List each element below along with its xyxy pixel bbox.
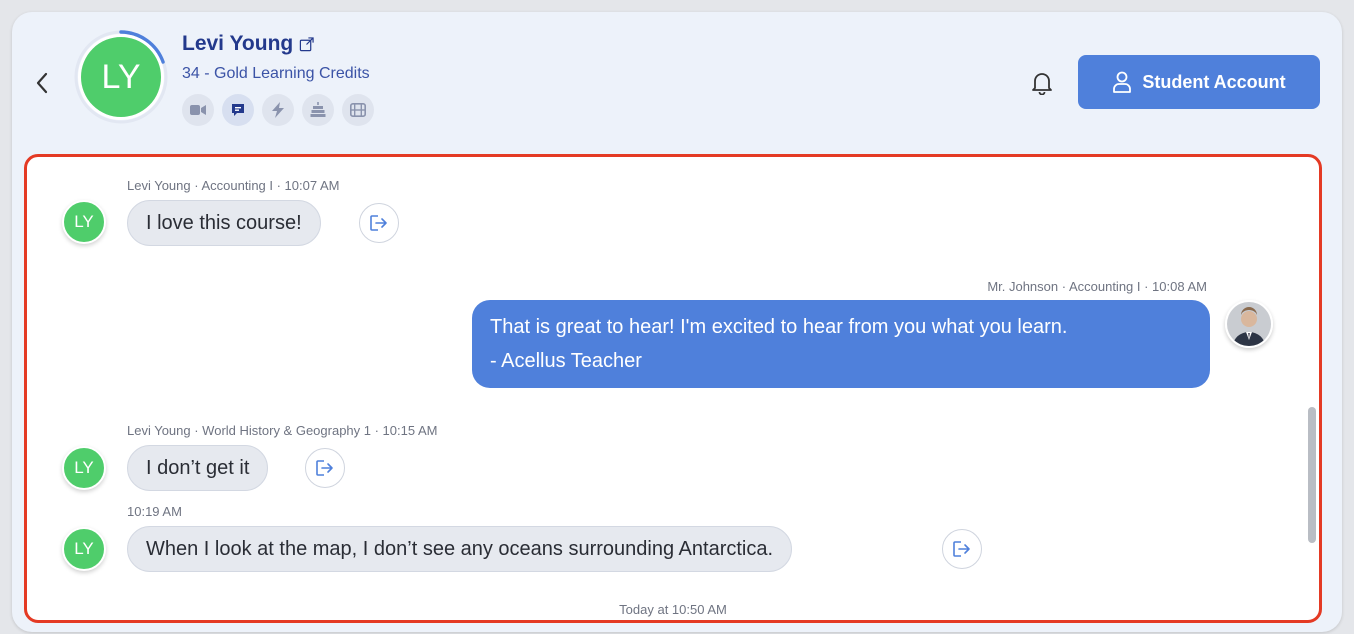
message-line: - Acellus Teacher — [490, 350, 642, 372]
student-account-label: Student Account — [1142, 71, 1286, 92]
notifications-button[interactable] — [1028, 68, 1056, 98]
credits-label: 34 - Gold Learning Credits — [182, 65, 370, 82]
chevron-left-icon — [36, 72, 48, 94]
student-account-button[interactable]: Student Account — [1078, 55, 1320, 109]
message-thread[interactable]: Levi Young · Accounting I · 10:07 AM LY … — [24, 154, 1322, 623]
message-bubble: When I look at the map, I don’t see any … — [127, 526, 793, 572]
activity-icons — [182, 94, 374, 126]
student-avatar: LY — [78, 34, 164, 120]
message-meta: Mr. Johnson · Accounting I · 10:08 AM — [987, 279, 1207, 294]
back-button[interactable] — [32, 68, 52, 98]
teacher-avatar — [1225, 300, 1273, 348]
external-link-icon[interactable] — [299, 36, 314, 52]
message-meta: Levi Young · World History & Geography 1… — [127, 423, 438, 438]
scrollbar-thumb[interactable] — [1308, 407, 1316, 543]
student-name[interactable]: Levi Young — [182, 32, 314, 56]
cake-icon[interactable] — [302, 94, 334, 126]
message-bubble: I love this course! — [127, 200, 321, 246]
bell-icon — [1032, 73, 1052, 95]
film-icon[interactable] — [342, 94, 374, 126]
message-meta: Levi Young · Accounting I · 10:07 AM — [127, 178, 340, 193]
sender-avatar: LY — [62, 446, 106, 490]
thread-timestamp: Today at 10:50 AM — [619, 602, 727, 617]
forward-button[interactable] — [359, 203, 399, 243]
sender-avatar: LY — [62, 527, 106, 571]
chat-icon[interactable] — [222, 94, 254, 126]
message-meta: 10:19 AM — [127, 504, 182, 519]
message-line: That is great to hear! I'm excited to he… — [490, 316, 1068, 338]
lightning-icon[interactable] — [262, 94, 294, 126]
student-name-text: Levi Young — [182, 32, 294, 55]
forward-icon — [316, 460, 333, 476]
forward-icon — [953, 541, 970, 557]
chat-window: LY Levi Young 34 - Gold Learning Credits — [12, 12, 1342, 632]
forward-icon — [370, 215, 387, 231]
video-icon[interactable] — [182, 94, 214, 126]
forward-button[interactable] — [305, 448, 345, 488]
sender-avatar: LY — [62, 200, 106, 244]
message-bubble-outgoing: That is great to hear! I'm excited to he… — [472, 300, 1210, 388]
forward-button[interactable] — [942, 529, 982, 569]
message-bubble: I don’t get it — [127, 445, 269, 491]
user-icon — [1113, 71, 1132, 93]
